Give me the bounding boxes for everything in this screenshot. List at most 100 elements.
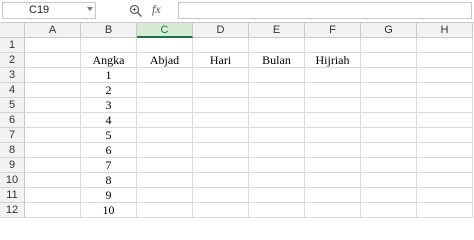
cell-g9[interactable]: [361, 158, 417, 173]
cell-f2[interactable]: Hijriah: [305, 53, 361, 68]
cell-e2[interactable]: Bulan: [249, 53, 305, 68]
cell-g1[interactable]: [361, 38, 417, 53]
cell-f7[interactable]: [305, 128, 361, 143]
row-header-5[interactable]: 5: [0, 98, 25, 113]
row-header-10[interactable]: 10: [0, 173, 25, 188]
cell-e8[interactable]: [249, 143, 305, 158]
cell-b4[interactable]: 2: [81, 83, 137, 98]
cell-g7[interactable]: [361, 128, 417, 143]
cell-h1[interactable]: [417, 38, 473, 53]
cell-c6[interactable]: [137, 113, 193, 128]
cell-b12[interactable]: 10: [81, 203, 137, 218]
column-header-d[interactable]: D: [193, 23, 249, 38]
cell-g2[interactable]: [361, 53, 417, 68]
cell-h11[interactable]: [417, 188, 473, 203]
cell-f3[interactable]: [305, 68, 361, 83]
row-header-2[interactable]: 2: [0, 53, 25, 68]
column-header-a[interactable]: A: [25, 23, 81, 38]
cell-d7[interactable]: [193, 128, 249, 143]
cell-f12[interactable]: [305, 203, 361, 218]
cell-g5[interactable]: [361, 98, 417, 113]
cell-e10[interactable]: [249, 173, 305, 188]
cell-h10[interactable]: [417, 173, 473, 188]
cell-c9[interactable]: [137, 158, 193, 173]
cell-e11[interactable]: [249, 188, 305, 203]
cell-b1[interactable]: [81, 38, 137, 53]
cell-c5[interactable]: [137, 98, 193, 113]
cell-d6[interactable]: [193, 113, 249, 128]
cell-e6[interactable]: [249, 113, 305, 128]
cell-g12[interactable]: [361, 203, 417, 218]
formula-input[interactable]: [178, 2, 472, 19]
cell-f11[interactable]: [305, 188, 361, 203]
cell-g10[interactable]: [361, 173, 417, 188]
cell-h8[interactable]: [417, 143, 473, 158]
cell-d2[interactable]: Hari: [193, 53, 249, 68]
cell-h12[interactable]: [417, 203, 473, 218]
name-box[interactable]: C19: [2, 2, 96, 19]
cell-g8[interactable]: [361, 143, 417, 158]
cell-d1[interactable]: [193, 38, 249, 53]
cell-f8[interactable]: [305, 143, 361, 158]
cell-d11[interactable]: [193, 188, 249, 203]
cell-f4[interactable]: [305, 83, 361, 98]
cell-a12[interactable]: [25, 203, 81, 218]
cell-f10[interactable]: [305, 173, 361, 188]
cell-a5[interactable]: [25, 98, 81, 113]
cell-h4[interactable]: [417, 83, 473, 98]
cell-b8[interactable]: 6: [81, 143, 137, 158]
cell-h9[interactable]: [417, 158, 473, 173]
cell-c4[interactable]: [137, 83, 193, 98]
cell-b5[interactable]: 3: [81, 98, 137, 113]
cell-e9[interactable]: [249, 158, 305, 173]
cell-a7[interactable]: [25, 128, 81, 143]
cell-g11[interactable]: [361, 188, 417, 203]
cell-b11[interactable]: 9: [81, 188, 137, 203]
cell-a1[interactable]: [25, 38, 81, 53]
cell-c11[interactable]: [137, 188, 193, 203]
row-header-8[interactable]: 8: [0, 143, 25, 158]
cell-e7[interactable]: [249, 128, 305, 143]
cell-a11[interactable]: [25, 188, 81, 203]
cell-c1[interactable]: [137, 38, 193, 53]
cell-e5[interactable]: [249, 98, 305, 113]
column-header-g[interactable]: G: [361, 23, 417, 38]
cell-f6[interactable]: [305, 113, 361, 128]
cell-c8[interactable]: [137, 143, 193, 158]
cell-c3[interactable]: [137, 68, 193, 83]
cell-d3[interactable]: [193, 68, 249, 83]
cell-f1[interactable]: [305, 38, 361, 53]
cell-d5[interactable]: [193, 98, 249, 113]
cell-c2[interactable]: Abjad: [137, 53, 193, 68]
cell-e1[interactable]: [249, 38, 305, 53]
cell-d9[interactable]: [193, 158, 249, 173]
cell-b10[interactable]: 8: [81, 173, 137, 188]
cell-h7[interactable]: [417, 128, 473, 143]
select-all-corner[interactable]: [0, 23, 25, 38]
cell-g3[interactable]: [361, 68, 417, 83]
cell-a2[interactable]: [25, 53, 81, 68]
cell-b3[interactable]: 1: [81, 68, 137, 83]
row-header-4[interactable]: 4: [0, 83, 25, 98]
row-header-12[interactable]: 12: [0, 203, 25, 218]
cell-h5[interactable]: [417, 98, 473, 113]
row-header-9[interactable]: 9: [0, 158, 25, 173]
column-header-h[interactable]: H: [417, 23, 473, 38]
name-box-dropdown-icon[interactable]: [87, 7, 93, 11]
cell-b2[interactable]: Angka: [81, 53, 137, 68]
cell-e3[interactable]: [249, 68, 305, 83]
row-header-3[interactable]: 3: [0, 68, 25, 83]
cell-a6[interactable]: [25, 113, 81, 128]
cell-c10[interactable]: [137, 173, 193, 188]
cell-f5[interactable]: [305, 98, 361, 113]
cell-d12[interactable]: [193, 203, 249, 218]
cell-e12[interactable]: [249, 203, 305, 218]
cell-f9[interactable]: [305, 158, 361, 173]
cell-a9[interactable]: [25, 158, 81, 173]
cell-a3[interactable]: [25, 68, 81, 83]
fx-icon[interactable]: fx: [152, 2, 161, 17]
column-header-f[interactable]: F: [305, 23, 361, 38]
row-header-6[interactable]: 6: [0, 113, 25, 128]
cell-d10[interactable]: [193, 173, 249, 188]
cell-c12[interactable]: [137, 203, 193, 218]
